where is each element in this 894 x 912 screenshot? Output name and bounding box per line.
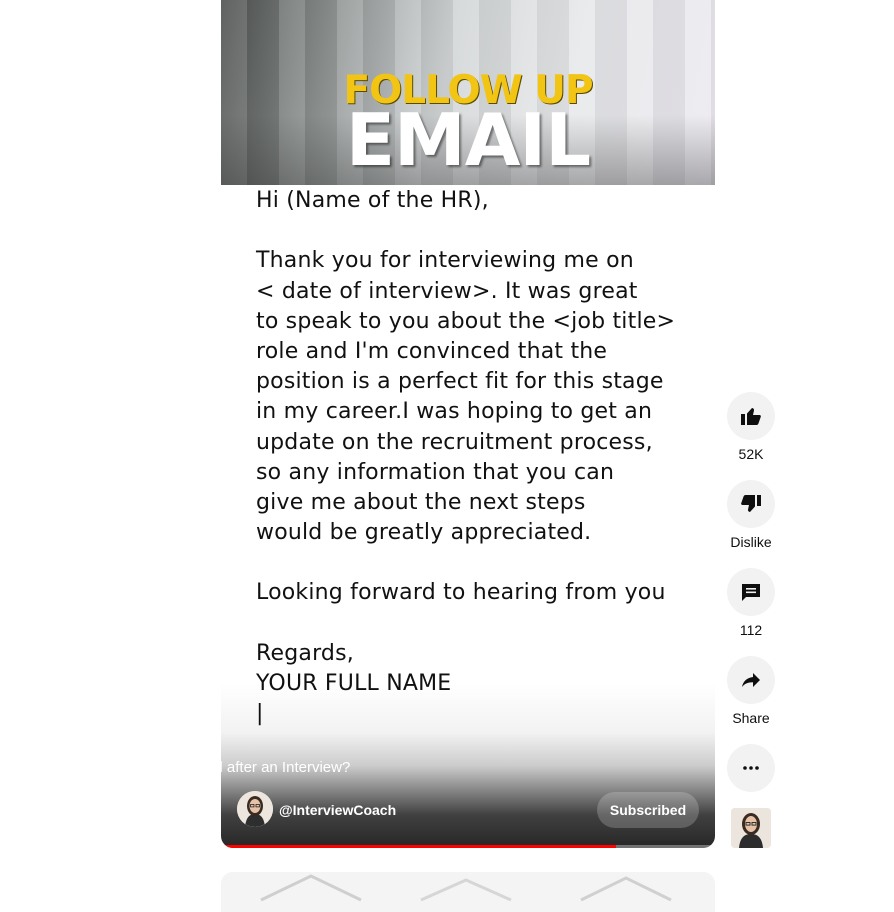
letter-line: Looking forward to hearing from you — [256, 580, 666, 606]
letter-line: Hi (Name of the HR), — [256, 188, 489, 213]
share-button[interactable] — [727, 656, 775, 704]
progress-fill — [221, 845, 617, 848]
more-button[interactable] — [727, 744, 775, 792]
letter-line — [256, 216, 715, 246]
like-action: 52K — [727, 392, 775, 462]
more-horizontal-icon — [743, 766, 759, 770]
letter-line — [256, 609, 715, 639]
share-action: Share — [727, 656, 775, 726]
letter-line: so any information that you can — [256, 459, 615, 485]
letter-line: Thank you for interviewing me on — [256, 248, 634, 274]
thumbs-down-icon — [741, 495, 761, 512]
letter-line: in my career.I was hoping to get an — [256, 399, 653, 425]
share-label: Share — [732, 710, 770, 726]
letter-line: give me about the next steps — [256, 489, 586, 515]
channel-name[interactable]: @InterviewCoach — [279, 802, 396, 818]
share-icon — [742, 673, 760, 687]
banner-title-bottom: EMAIL — [345, 98, 591, 182]
comment-action: 112 — [727, 568, 775, 638]
letter-line: < date of interview>. It was great — [256, 278, 638, 304]
letter-line: role and I'm convinced that the — [256, 338, 608, 364]
thumbnail-banner: FOLLOW UP EMAIL — [221, 0, 715, 185]
more-action — [727, 744, 775, 792]
dislike-label: Dislike — [730, 534, 772, 550]
next-short-preview[interactable] — [221, 872, 715, 912]
comment-icon — [742, 584, 760, 601]
letter-line: Regards, — [256, 640, 354, 666]
channel-avatar[interactable] — [237, 791, 273, 827]
sound-channel-avatar[interactable] — [731, 808, 771, 848]
letter-line: position is a perfect fit for this stage — [256, 369, 664, 395]
letter-line: update on the recruitment process, — [256, 429, 653, 455]
progress-bar[interactable] — [221, 845, 715, 848]
like-button[interactable] — [727, 392, 775, 440]
like-count: 52K — [738, 446, 764, 462]
letter-line: to speak to you about the <job title> — [256, 308, 676, 334]
shorts-player[interactable]: FOLLOW UP EMAIL Hi (Name of the HR), Tha… — [221, 0, 715, 848]
dislike-action: Dislike — [727, 480, 775, 550]
letter-line — [256, 548, 715, 578]
video-title[interactable]: How to write a Follow-Up email after an … — [16, 759, 350, 776]
letter-line: would be greatly appreciated. — [256, 520, 592, 546]
email-template-text: Hi (Name of the HR), Thank you for inter… — [256, 186, 715, 729]
dislike-button[interactable] — [727, 480, 775, 528]
comment-count: 112 — [739, 622, 763, 638]
comment-button[interactable] — [727, 568, 775, 616]
thumbs-up-icon — [741, 408, 761, 425]
subscribed-button[interactable]: Subscribed — [597, 792, 699, 828]
